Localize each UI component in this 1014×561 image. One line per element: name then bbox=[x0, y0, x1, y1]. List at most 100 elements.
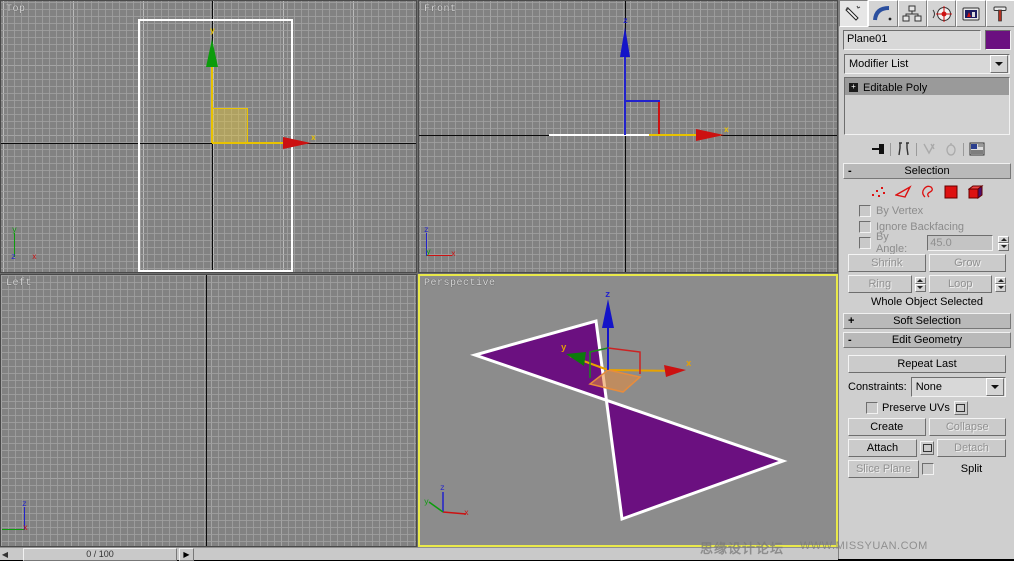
rollout-soft-selection-expander[interactable]: + bbox=[848, 315, 854, 327]
viewport-top[interactable]: y x y z x Top bbox=[0, 0, 417, 273]
by-vertex-checkbox[interactable] bbox=[859, 205, 871, 217]
collapse-button[interactable]: Collapse bbox=[928, 418, 1006, 436]
border-icon[interactable] bbox=[921, 185, 935, 202]
tripod-x-label: x bbox=[451, 250, 456, 259]
make-unique-icon[interactable] bbox=[921, 141, 938, 157]
axis-tripod-front: z y x bbox=[424, 226, 466, 263]
tripod-z-label: z bbox=[22, 500, 27, 509]
by-angle-row[interactable]: By Angle: 45.0 bbox=[845, 231, 1009, 255]
gizmo-xy-plane-handle[interactable] bbox=[212, 108, 248, 144]
gizmo-x-arrow[interactable] bbox=[696, 129, 724, 141]
hammer-icon bbox=[993, 6, 1007, 21]
by-angle-checkbox[interactable] bbox=[859, 237, 871, 249]
modifier-list-dropdown[interactable]: Modifier List bbox=[844, 54, 1010, 74]
create-star-icon bbox=[844, 5, 860, 21]
rollout-edit-geometry: - Edit Geometry Repeat Last Constraints:… bbox=[843, 332, 1011, 480]
by-angle-label: By Angle: bbox=[875, 231, 908, 255]
by-angle-spinner[interactable] bbox=[998, 235, 1009, 251]
show-end-result-icon[interactable] bbox=[895, 141, 912, 157]
tab-display[interactable] bbox=[956, 0, 986, 27]
object-name-input[interactable]: Plane01 bbox=[843, 30, 981, 50]
rollout-edit-geometry-title: Edit Geometry bbox=[891, 334, 963, 346]
viewport-front[interactable]: z x z y x Front bbox=[418, 0, 838, 273]
configure-modifier-sets-icon[interactable] bbox=[968, 141, 985, 157]
viewport-top-label: Top bbox=[6, 4, 26, 15]
command-panel: Plane01 Modifier List + Editable Poly - … bbox=[838, 0, 1014, 559]
ring-button[interactable]: Ring bbox=[848, 275, 912, 293]
object-name-row: Plane01 bbox=[839, 27, 1014, 52]
ignore-backfacing-checkbox[interactable] bbox=[859, 221, 871, 233]
preserve-uvs-row[interactable]: Preserve UVs bbox=[848, 401, 1006, 415]
sub-object-level-row bbox=[845, 183, 1009, 203]
tripod-z-label: z bbox=[440, 484, 445, 493]
modifier-stack-item-editable-poly[interactable]: + Editable Poly bbox=[845, 78, 1009, 95]
constraints-value: None bbox=[915, 381, 942, 393]
modify-curve-icon bbox=[872, 5, 892, 20]
viewport-perspective[interactable]: y x z z x y Perspective bbox=[418, 274, 838, 547]
gizmo-x-label: x bbox=[724, 126, 729, 135]
remove-modifier-icon[interactable] bbox=[942, 141, 959, 157]
rollout-edit-geometry-body: Repeat Last Constraints: None Preserve U… bbox=[843, 348, 1011, 480]
constraints-dropdown[interactable]: None bbox=[910, 377, 1006, 397]
edge-icon[interactable] bbox=[893, 184, 912, 202]
loop-button[interactable]: Loop bbox=[928, 275, 992, 293]
preserve-uvs-checkbox[interactable] bbox=[866, 402, 878, 414]
viewport-grid: y x y z x Top z x z y x Front z x Left y… bbox=[0, 0, 838, 547]
create-button[interactable]: Create bbox=[848, 418, 926, 436]
constraints-chevron-down-icon[interactable] bbox=[986, 378, 1004, 396]
tripod-x-axis bbox=[442, 511, 467, 515]
by-angle-input[interactable]: 45.0 bbox=[927, 235, 994, 251]
tab-utilities[interactable] bbox=[985, 0, 1014, 27]
attach-button[interactable]: Attach bbox=[848, 439, 917, 457]
rollout-soft-selection-header[interactable]: + Soft Selection bbox=[843, 313, 1011, 329]
repeat-last-button[interactable]: Repeat Last bbox=[848, 355, 1006, 373]
motion-wheel-icon bbox=[932, 5, 952, 22]
gizmo-z-arrow[interactable] bbox=[620, 27, 630, 57]
tab-motion[interactable] bbox=[926, 0, 957, 27]
gizmo-x-arrow[interactable] bbox=[283, 137, 311, 149]
loop-spinner[interactable] bbox=[995, 276, 1006, 292]
gizmo-z-label: z bbox=[605, 290, 610, 300]
split-checkbox[interactable] bbox=[922, 463, 934, 475]
gizmo-zx-plane-handle-h[interactable] bbox=[625, 100, 660, 102]
constraints-label: Constraints: bbox=[848, 381, 907, 393]
attach-settings-button[interactable] bbox=[920, 441, 934, 455]
rollout-soft-selection-title: Soft Selection bbox=[893, 315, 961, 327]
hierarchy-icon bbox=[902, 5, 922, 21]
gizmo-zx-plane-handle-v[interactable] bbox=[658, 100, 660, 135]
by-vertex-row[interactable]: By Vertex bbox=[845, 203, 1009, 219]
grow-button[interactable]: Grow bbox=[928, 254, 1006, 272]
shrink-button[interactable]: Shrink bbox=[848, 254, 926, 272]
rollout-selection-expander[interactable]: - bbox=[848, 165, 852, 177]
object-color-swatch[interactable] bbox=[985, 30, 1011, 50]
expand-icon[interactable]: + bbox=[849, 83, 858, 92]
split-label: Split bbox=[960, 463, 983, 475]
ignore-backfacing-row[interactable]: Ignore Backfacing bbox=[845, 219, 1009, 235]
pin-stack-icon[interactable] bbox=[869, 141, 886, 157]
vertex-icon[interactable] bbox=[870, 185, 886, 202]
rollout-edit-geometry-header[interactable]: - Edit Geometry bbox=[843, 332, 1011, 348]
tab-modify[interactable] bbox=[868, 0, 898, 27]
gizmo-y-arrow[interactable] bbox=[206, 39, 218, 67]
rollout-edit-geometry-expander[interactable]: - bbox=[848, 334, 852, 346]
status-bar: ◀ 0 / 100 ▶ bbox=[0, 547, 838, 561]
modifier-stack[interactable]: + Editable Poly bbox=[844, 77, 1010, 135]
detach-button[interactable]: Detach bbox=[937, 439, 1006, 457]
gizmo-x-label: x bbox=[311, 134, 316, 143]
modifier-list-chevron-down-icon[interactable] bbox=[990, 55, 1008, 73]
viewport-left[interactable]: z y z x Left bbox=[0, 274, 417, 547]
rollout-selection-header[interactable]: - Selection bbox=[843, 163, 1011, 179]
slice-plane-button[interactable]: Slice Plane bbox=[848, 460, 919, 478]
divider bbox=[890, 142, 891, 156]
ring-spinner[interactable] bbox=[914, 276, 926, 292]
divider bbox=[916, 142, 917, 156]
tab-hierarchy[interactable] bbox=[897, 0, 927, 27]
preserve-uvs-settings-button[interactable] bbox=[953, 401, 968, 415]
polygon-icon[interactable] bbox=[944, 185, 959, 202]
time-prev-button[interactable]: ◀ bbox=[0, 549, 10, 560]
gizmo-x-arrow bbox=[664, 365, 686, 377]
tab-create[interactable] bbox=[839, 0, 869, 27]
gizmo-z-label: z bbox=[623, 17, 628, 26]
element-icon[interactable] bbox=[967, 184, 985, 202]
by-vertex-label: By Vertex bbox=[876, 205, 924, 217]
